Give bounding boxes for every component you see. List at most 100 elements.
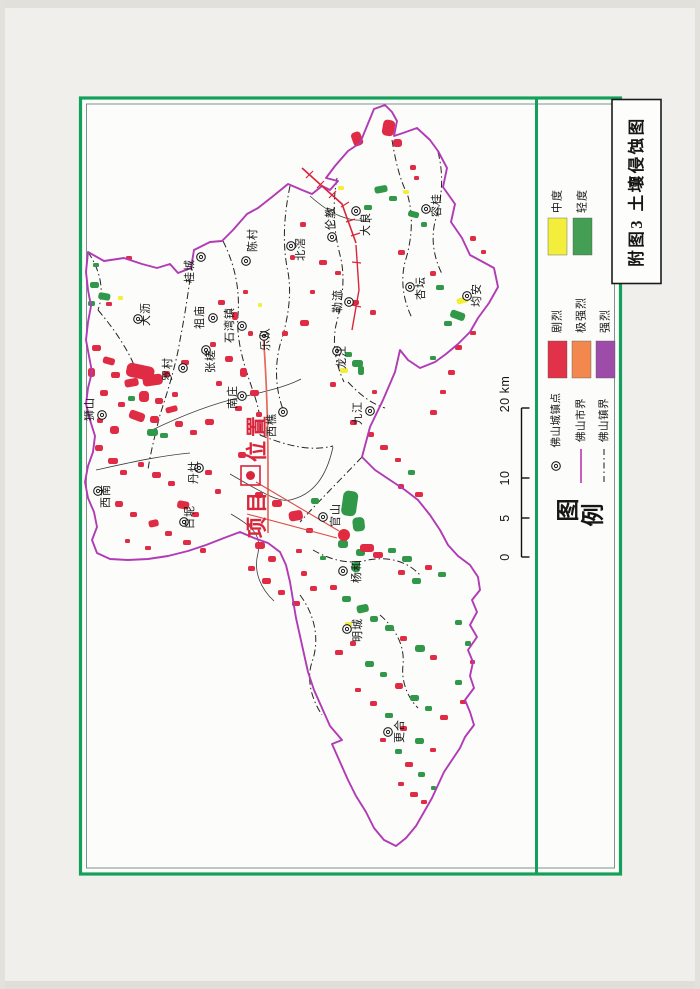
erosion-patch bbox=[436, 285, 444, 290]
erosion-patch bbox=[311, 498, 319, 504]
erosion-patch bbox=[418, 772, 425, 777]
erosion-patch bbox=[120, 470, 127, 475]
erosion-patch bbox=[310, 586, 317, 591]
town-label: 张槎 bbox=[203, 349, 217, 373]
town-label: 均安 bbox=[469, 283, 483, 307]
severity-swatch bbox=[548, 218, 567, 255]
map-frame bbox=[81, 98, 621, 874]
erosion-patch bbox=[243, 290, 248, 294]
town-label: 狮山 bbox=[83, 397, 96, 421]
erosion-patch bbox=[440, 390, 446, 394]
erosion-patch bbox=[250, 390, 259, 396]
erosion-patch bbox=[389, 196, 397, 201]
erosion-patch bbox=[352, 360, 363, 367]
erosion-patch bbox=[282, 331, 288, 336]
erosion-patch bbox=[108, 458, 118, 464]
erosion-patch bbox=[370, 310, 376, 315]
erosion-patch bbox=[300, 320, 309, 326]
erosion-patch bbox=[358, 366, 364, 375]
erosion-patch bbox=[385, 625, 394, 631]
town-point-inner-icon bbox=[554, 464, 557, 467]
town-label: 陈村 bbox=[245, 228, 259, 252]
erosion-patch bbox=[470, 236, 476, 241]
town-point-inner-icon bbox=[289, 244, 292, 247]
erosion-patch bbox=[342, 596, 351, 602]
erosion-patch bbox=[455, 620, 462, 625]
erosion-patch bbox=[415, 645, 425, 652]
town-label: 罗村 bbox=[160, 357, 174, 381]
erosion-patch bbox=[319, 260, 327, 265]
erosion-patch bbox=[93, 263, 99, 267]
town-point-inner-icon bbox=[424, 207, 427, 210]
erosion-patch bbox=[262, 578, 271, 584]
erosion-patch bbox=[403, 190, 409, 194]
erosion-patch bbox=[421, 222, 427, 227]
erosion-patch bbox=[465, 641, 471, 646]
erosion-patch bbox=[296, 549, 302, 553]
town-marker: 乐从 bbox=[259, 327, 272, 351]
town-label: 白坭 bbox=[182, 505, 196, 529]
erosion-patch bbox=[402, 556, 412, 562]
erosion-patch bbox=[380, 738, 386, 742]
erosion-patch bbox=[408, 470, 415, 475]
erosion-patch bbox=[268, 556, 276, 562]
scale-label: 5 bbox=[498, 514, 512, 521]
legend-title-char-1: 图 bbox=[556, 499, 581, 522]
erosion-patch bbox=[301, 571, 307, 576]
erosion-patch bbox=[430, 410, 437, 415]
town-point-inner-icon bbox=[281, 410, 284, 413]
town-point-inner-icon bbox=[408, 285, 411, 288]
severity-swatch bbox=[596, 341, 615, 378]
town-label: 南庄 bbox=[225, 385, 239, 409]
town-point-inner-icon bbox=[386, 730, 389, 733]
erosion-patch bbox=[335, 650, 343, 655]
erosion-patch bbox=[380, 672, 387, 677]
town-label: 丹灶 bbox=[187, 460, 200, 484]
erosion-patch bbox=[330, 382, 336, 387]
erosion-patch bbox=[388, 548, 396, 553]
erosion-patch bbox=[320, 556, 326, 560]
legend-title-char-2: 例 bbox=[581, 504, 606, 527]
town-point-inner-icon bbox=[347, 300, 350, 303]
town-point-inner-icon bbox=[181, 366, 184, 369]
erosion-patch bbox=[155, 398, 163, 404]
erosion-patch bbox=[360, 544, 374, 552]
erosion-patch bbox=[92, 345, 101, 351]
erosion-patch bbox=[355, 688, 361, 692]
erosion-patch bbox=[150, 416, 159, 423]
erosion-patch bbox=[258, 303, 262, 307]
erosion-patch bbox=[415, 738, 424, 744]
severity-swatch bbox=[573, 218, 592, 255]
erosion-patch bbox=[216, 381, 222, 386]
erosion-patch bbox=[481, 250, 486, 254]
scale-label: 10 bbox=[498, 471, 512, 486]
erosion-patch bbox=[444, 321, 452, 326]
erosion-patch bbox=[455, 680, 462, 685]
erosion-patch bbox=[200, 548, 206, 553]
town-label: 北滘 bbox=[294, 237, 307, 261]
erosion-patch bbox=[100, 390, 108, 396]
erosion-patch bbox=[380, 445, 388, 450]
town-point-inner-icon bbox=[354, 209, 357, 212]
legend-item-label: 佛山市界 bbox=[574, 398, 587, 442]
town-label: 桂城 bbox=[182, 259, 196, 283]
erosion-patch bbox=[440, 715, 448, 720]
erosion-patch bbox=[370, 701, 377, 706]
erosion-patch bbox=[205, 470, 212, 475]
paper-edge-bottom bbox=[0, 981, 700, 989]
erosion-patch bbox=[385, 713, 393, 718]
town-point-inner-icon bbox=[330, 235, 333, 238]
erosion-patch bbox=[248, 566, 255, 571]
erosion-patch bbox=[400, 636, 407, 641]
town-label: 明城 bbox=[351, 618, 364, 642]
erosion-patch bbox=[430, 271, 436, 276]
erosion-patch bbox=[90, 282, 99, 288]
town-label: 杏坛 bbox=[414, 276, 427, 300]
erosion-patch bbox=[398, 250, 405, 255]
erosion-patch bbox=[352, 517, 365, 532]
erosion-patch bbox=[398, 782, 404, 786]
erosion-patch bbox=[425, 565, 432, 570]
erosion-patch bbox=[430, 748, 436, 752]
erosion-patch bbox=[370, 616, 378, 622]
erosion-patch bbox=[395, 683, 403, 689]
